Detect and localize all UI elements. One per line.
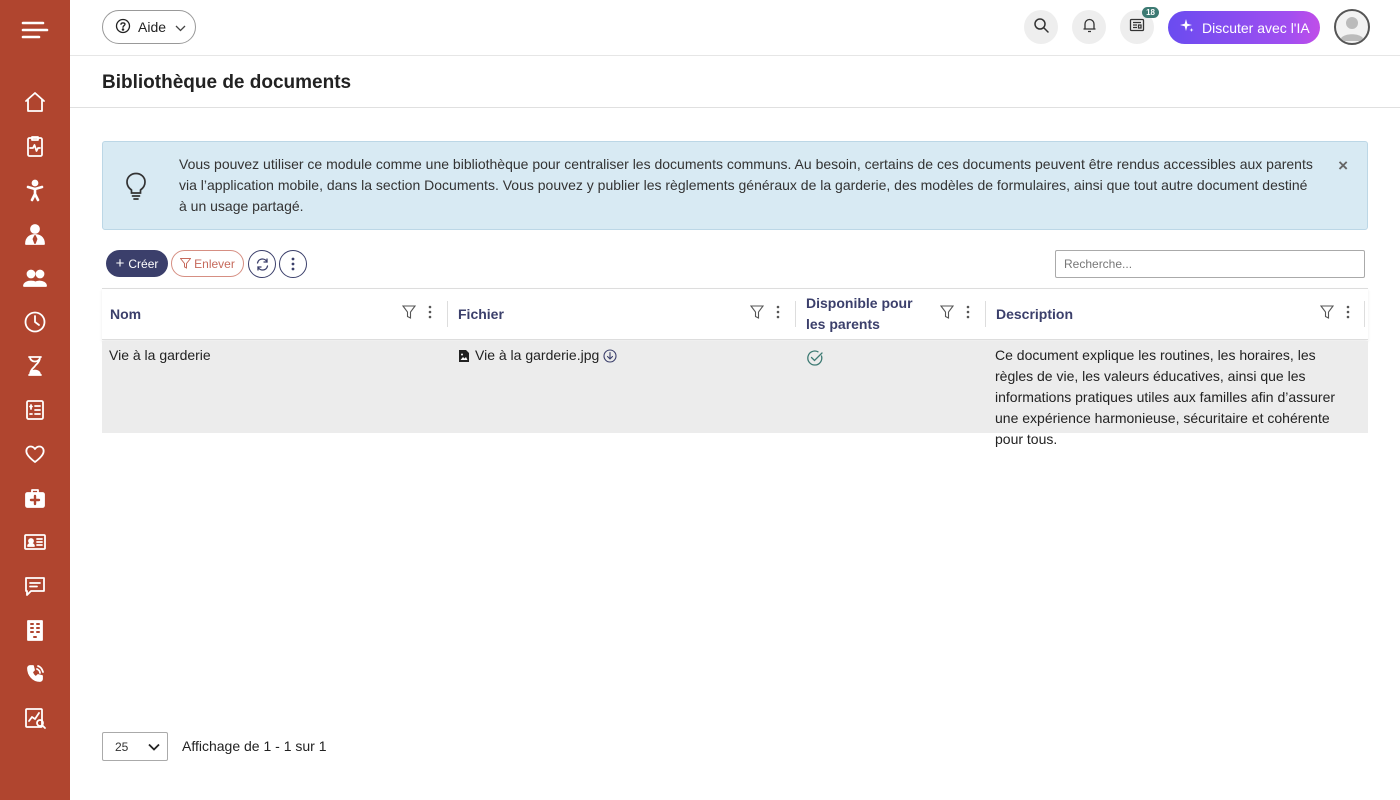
plus-icon: + xyxy=(115,254,125,272)
avatar[interactable] xyxy=(1334,9,1370,45)
download-icon[interactable] xyxy=(603,348,617,363)
filter-icon[interactable] xyxy=(401,305,417,324)
sparkle-icon xyxy=(1180,19,1194,36)
group-icon[interactable] xyxy=(21,264,49,292)
first-aid-icon[interactable] xyxy=(21,484,49,512)
more-options-button[interactable] xyxy=(279,250,307,278)
clear-filters-label: Enlever xyxy=(194,256,235,271)
cell-description: Ce document explique les routines, les h… xyxy=(995,347,1336,447)
hourglass-icon[interactable] xyxy=(21,352,49,380)
title-bar: Bibliothèque de documents xyxy=(70,56,1400,108)
filter-icon[interactable] xyxy=(749,305,765,324)
help-button[interactable]: Aide xyxy=(102,10,196,44)
column-separator xyxy=(447,301,448,327)
filter-icon xyxy=(180,258,192,269)
top-bar: Aide 18 Discuter avec l'IA xyxy=(70,0,1400,56)
clock-icon[interactable] xyxy=(21,308,49,336)
menu-icon[interactable] xyxy=(20,16,50,44)
column-separator xyxy=(1364,301,1365,327)
filter-icon[interactable] xyxy=(1319,305,1335,324)
bell-icon xyxy=(1082,17,1097,38)
create-label: Créer xyxy=(128,256,159,271)
clipboard-health-icon[interactable] xyxy=(21,132,49,160)
table-row[interactable]: Vie à la garderie Vie à la garderie.jpg … xyxy=(102,341,1368,447)
column-header-description[interactable]: Description xyxy=(996,289,1296,339)
search-input[interactable] xyxy=(1055,250,1365,278)
pager-info: Affichage de 1 - 1 sur 1 xyxy=(182,738,327,754)
chevron-down-icon xyxy=(147,741,161,755)
message-icon[interactable] xyxy=(21,572,49,600)
file-link[interactable]: Vie à la garderie.jpg xyxy=(475,345,599,366)
news-button[interactable]: 18 xyxy=(1120,7,1159,44)
info-text: Vous pouvez utiliser ce module comme une… xyxy=(179,156,1313,214)
column-header-name[interactable]: Nom xyxy=(110,289,390,339)
refresh-icon xyxy=(255,257,270,272)
invoice-icon[interactable] xyxy=(21,396,49,424)
newspaper-icon xyxy=(1129,18,1145,37)
column-header-available[interactable]: Disponible pour les parents xyxy=(806,289,934,339)
heart-icon[interactable] xyxy=(21,440,49,468)
column-header-file[interactable]: Fichier xyxy=(458,289,738,339)
column-menu-icon[interactable] xyxy=(966,305,970,324)
staff-icon[interactable] xyxy=(21,220,49,248)
column-separator xyxy=(795,301,796,327)
column-menu-icon[interactable] xyxy=(776,305,780,324)
cell-file: Vie à la garderie.jpg xyxy=(458,345,788,366)
available-check-icon xyxy=(806,349,824,373)
page-title: Bibliothèque de documents xyxy=(102,72,352,93)
info-banner: Vous pouvez utiliser ce module comme une… xyxy=(102,141,1368,230)
ai-chat-label: Discuter avec l'IA xyxy=(1202,19,1310,36)
help-label: Aide xyxy=(138,19,167,35)
phone-icon[interactable] xyxy=(21,660,49,688)
child-icon[interactable] xyxy=(21,176,49,204)
page-size-value: 25 xyxy=(115,739,129,754)
column-separator xyxy=(985,301,986,327)
kebab-icon xyxy=(291,257,295,271)
lightbulb-icon xyxy=(123,172,149,205)
notification-badge: 18 xyxy=(1142,7,1159,18)
ai-chat-button[interactable]: Discuter avec l'IA xyxy=(1168,11,1320,44)
id-card-icon[interactable] xyxy=(21,528,49,556)
sidebar xyxy=(0,0,70,800)
column-menu-icon[interactable] xyxy=(428,305,432,324)
page-size-select[interactable]: 25 xyxy=(102,732,168,761)
home-icon[interactable] xyxy=(21,88,49,116)
column-menu-icon[interactable] xyxy=(1346,305,1350,324)
filter-icon[interactable] xyxy=(939,305,955,324)
image-file-icon xyxy=(458,349,470,363)
cell-name: Vie à la garderie xyxy=(109,347,211,363)
close-icon[interactable]: × xyxy=(1338,156,1348,176)
search-icon xyxy=(1033,17,1049,38)
chevron-down-icon xyxy=(175,19,186,35)
report-icon[interactable] xyxy=(21,704,49,732)
search-button[interactable] xyxy=(1024,10,1058,44)
grid-header: Nom Fichier Disponible pour les parents … xyxy=(102,288,1368,340)
notifications-button[interactable] xyxy=(1072,10,1106,44)
building-icon[interactable] xyxy=(21,616,49,644)
clear-filters-button[interactable]: Enlever xyxy=(171,250,244,277)
refresh-button[interactable] xyxy=(248,250,276,278)
create-button[interactable]: + Créer xyxy=(106,250,168,277)
help-circle-icon xyxy=(115,18,131,37)
